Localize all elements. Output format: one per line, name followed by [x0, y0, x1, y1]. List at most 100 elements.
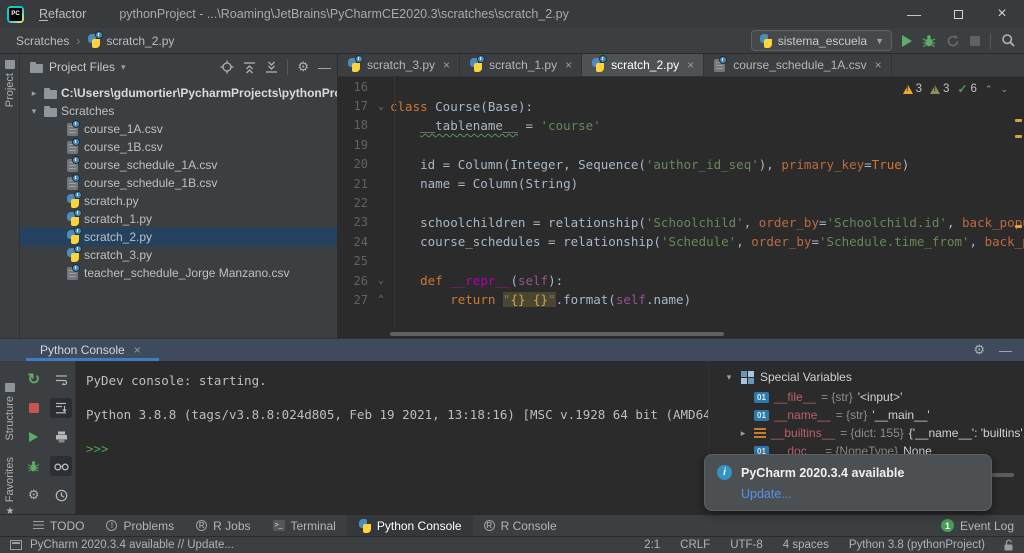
code-token: id = Column(Integer, Sequence(: [390, 156, 646, 172]
status-encoding[interactable]: UTF-8: [730, 539, 763, 551]
variable-row[interactable]: 01 __name__ = {str} '__main__': [709, 406, 1024, 424]
project-view-title[interactable]: Project Files: [49, 60, 115, 74]
variable-row[interactable]: 01 __file__ = {str} '<input>': [709, 388, 1024, 406]
close-icon[interactable]: ×: [134, 343, 141, 357]
tree-item[interactable]: course_schedule_1A.csv: [20, 156, 337, 174]
tree-item[interactable]: ▸ C:\Users\gdumortier\PycharmProjects\pyt…: [20, 84, 337, 102]
scratch-badge-icon: [719, 56, 728, 64]
typos-indicator[interactable]: ✓ 6: [957, 82, 976, 96]
stop-button[interactable]: [970, 35, 980, 46]
tool-button-structure[interactable]: Structure: [0, 383, 20, 441]
tool-window-button-python-console[interactable]: Python Console: [346, 514, 473, 537]
close-tab-icon[interactable]: ×: [687, 58, 694, 72]
search-everywhere-icon[interactable]: [1001, 33, 1016, 48]
editor-tab[interactable]: scratch_3.py ×: [338, 54, 461, 76]
editor-tab[interactable]: course_schedule_1A.csv ×: [704, 54, 892, 76]
tree-item[interactable]: scratch_3.py: [20, 245, 337, 264]
breadcrumb-current-file[interactable]: scratch_2.py: [106, 34, 174, 48]
console-prompt[interactable]: >>>: [86, 441, 708, 456]
tool-window-button-r-jobs[interactable]: R R Jobs: [185, 515, 261, 537]
run-with-coverage-button[interactable]: [946, 34, 960, 48]
chevron-down-icon[interactable]: ▾: [121, 62, 126, 73]
minimize-button[interactable]: —: [892, 0, 936, 28]
fold-marker-icon[interactable]: ⌄: [372, 275, 390, 286]
tree-item[interactable]: teacher_schedule_Jorge Manzano.csv: [20, 264, 337, 282]
rerun-console-button[interactable]: ↻: [23, 369, 45, 389]
editor-tab[interactable]: scratch_1.py ×: [460, 54, 583, 76]
tree-item[interactable]: scratch_1.py: [20, 209, 337, 228]
maximize-button[interactable]: [936, 0, 980, 28]
editor-tab[interactable]: scratch_2.py ×: [582, 54, 705, 76]
tree-item[interactable]: scratch.py: [20, 191, 337, 210]
status-indent-size[interactable]: 4 spaces: [783, 539, 829, 551]
status-line-ending[interactable]: CRLF: [680, 539, 710, 551]
variables-header-row[interactable]: ▾ Special Variables: [709, 361, 1024, 388]
menu-refactor[interactable]: Refactor: [30, 0, 97, 28]
print-button[interactable]: [50, 427, 72, 447]
fold-marker-icon[interactable]: ⌄: [372, 101, 390, 112]
inspections-widget[interactable]: 3 3 ✓6 ⌃ ⌄: [902, 82, 1008, 96]
error-stripe-mark[interactable]: [1015, 135, 1022, 138]
run-button[interactable]: [902, 34, 912, 47]
variable-row[interactable]: ▸ __builtins__ = {dict: 155} {'__name__':…: [709, 424, 1024, 442]
tree-item-label: course_schedule_1A.csv: [84, 158, 218, 172]
tool-window-button-todo[interactable]: TODO: [22, 515, 95, 537]
python-console-window: Python Console × ⚙ — Structure Favorites…: [0, 338, 1024, 517]
tool-window-button-problems[interactable]: ! Problems: [95, 515, 185, 537]
debug-button[interactable]: [922, 34, 936, 48]
status-interpreter[interactable]: Python 3.8 (pythonProject): [849, 539, 985, 551]
update-link[interactable]: Update...: [741, 487, 979, 501]
close-tab-icon[interactable]: ×: [565, 58, 572, 72]
history-button[interactable]: [50, 485, 72, 505]
tool-window-button-terminal[interactable]: >_ Terminal: [262, 515, 347, 537]
tree-chevron-icon[interactable]: ▸: [28, 88, 40, 99]
tree-item[interactable]: ▾ Scratches: [20, 102, 337, 120]
tree-item[interactable]: course_schedule_1B.csv: [20, 174, 337, 192]
weak-warnings-indicator[interactable]: 3: [930, 83, 949, 95]
expand-all-icon[interactable]: [243, 61, 256, 74]
next-problem-icon[interactable]: ⌄: [1000, 84, 1008, 95]
tool-window-button-r-console[interactable]: R R Console: [473, 515, 568, 537]
python-file-icon: [759, 34, 772, 48]
status-message[interactable]: PyCharm 2020.3.4 available // Update...: [30, 539, 234, 551]
attach-debugger-button[interactable]: [23, 456, 45, 476]
close-button[interactable]: ×: [980, 0, 1024, 28]
tree-chevron-icon[interactable]: ▾: [28, 106, 40, 117]
tree-item[interactable]: course_1A.csv: [20, 120, 337, 138]
console-output[interactable]: PyDev console: starting. Python 3.8.8 (ta…: [76, 361, 708, 514]
gear-icon[interactable]: ⚙: [973, 342, 985, 358]
prev-problem-icon[interactable]: ⌃: [985, 84, 993, 95]
tool-button-favorites[interactable]: Favorites ★: [0, 457, 20, 517]
hide-panel-icon[interactable]: —: [318, 60, 331, 75]
show-variables-button[interactable]: [50, 456, 73, 476]
error-stripe-mark[interactable]: [1015, 119, 1022, 122]
tree-item[interactable]: scratch_2.py: [20, 227, 337, 246]
hide-panel-icon[interactable]: —: [999, 343, 1012, 358]
soft-wrap-button[interactable]: [50, 369, 72, 389]
stop-console-button[interactable]: [23, 398, 45, 418]
lock-icon[interactable]: [1003, 539, 1014, 551]
warnings-indicator[interactable]: 3: [902, 83, 922, 95]
run-configuration-select[interactable]: sistema_escuela ▼: [750, 30, 892, 51]
tree-chevron-icon[interactable]: ▸: [737, 428, 749, 439]
console-tab[interactable]: Python Console ×: [26, 339, 159, 361]
scroll-to-end-button[interactable]: [50, 398, 73, 418]
status-caret-position[interactable]: 2:1: [644, 539, 660, 551]
fold-marker-icon[interactable]: ⌃: [372, 294, 390, 305]
update-notification[interactable]: i PyCharm 2020.3.4 available Update...: [704, 454, 992, 511]
console-settings-button[interactable]: ⚙: [23, 485, 45, 505]
breadcrumb-scratches[interactable]: Scratches: [16, 34, 69, 48]
tree-item[interactable]: course_1B.csv: [20, 138, 337, 156]
close-tab-icon[interactable]: ×: [875, 58, 882, 72]
editor-horizontal-scrollbar[interactable]: [390, 332, 724, 336]
event-log-button[interactable]: 1 Event Log: [940, 519, 1014, 533]
locate-file-icon[interactable]: [220, 60, 234, 74]
close-tab-icon[interactable]: ×: [443, 58, 450, 72]
collapse-all-icon[interactable]: [265, 61, 278, 74]
tool-button-project[interactable]: Project: [0, 60, 20, 107]
gear-icon[interactable]: ⚙: [297, 59, 309, 75]
execute-button[interactable]: [23, 427, 45, 447]
error-stripe-mark[interactable]: [1015, 225, 1022, 228]
code-token: self: [615, 292, 646, 308]
code-area[interactable]: 16 17 ⌄ class Course(Base): 18 __tablename__…: [338, 77, 1024, 338]
